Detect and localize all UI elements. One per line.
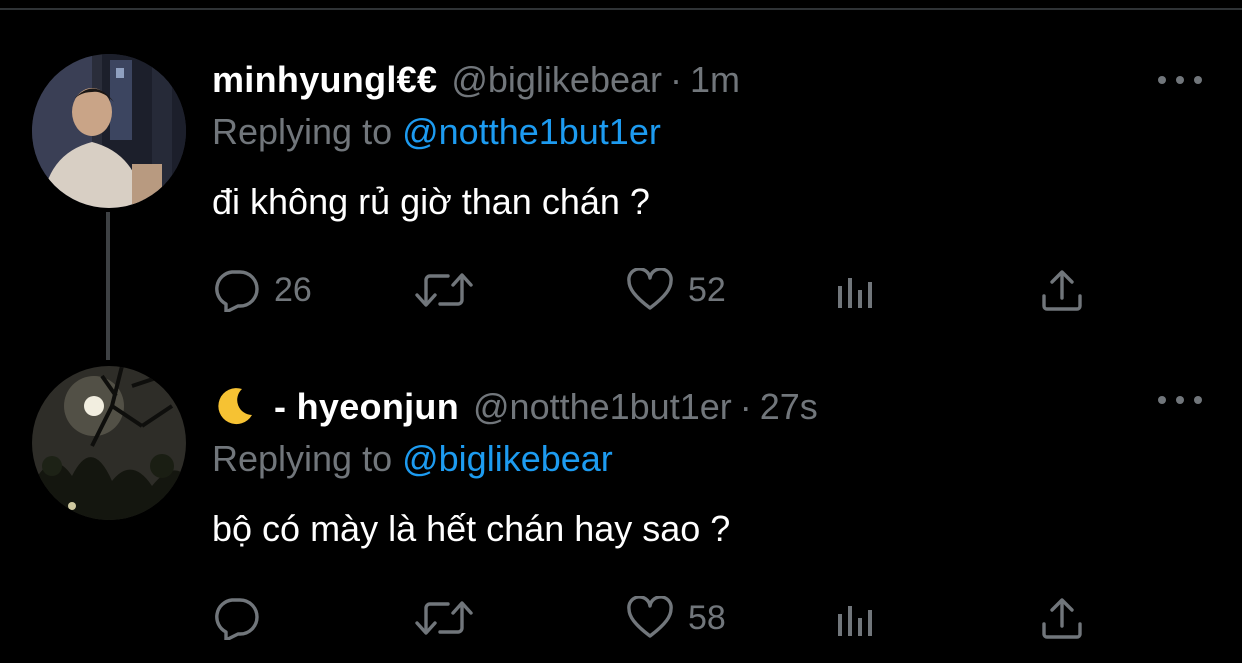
timestamp[interactable]: 1m bbox=[690, 60, 740, 100]
user-handle[interactable]: @biglikebear bbox=[451, 60, 662, 100]
separator-dot: · bbox=[670, 59, 682, 100]
retweet-icon bbox=[415, 601, 473, 635]
tweet-text: bộ có mày là hết chán hay sao ? bbox=[212, 508, 731, 549]
replying-to: Replying to @biglikebear bbox=[212, 439, 613, 479]
tweet-1[interactable]: minhyungl€€ @biglikebear · 1m Replying t… bbox=[0, 0, 1242, 340]
tweet-text: đi không rủ giờ than chán ? bbox=[212, 181, 650, 222]
like-button[interactable]: 52 bbox=[626, 268, 726, 312]
retweet-icon bbox=[415, 273, 473, 307]
replying-prefix: Replying to bbox=[212, 438, 393, 479]
user-handle[interactable]: @notthe1but1er bbox=[473, 387, 732, 427]
reply-count: 26 bbox=[274, 271, 312, 309]
share-button[interactable] bbox=[1040, 268, 1084, 312]
replying-to: Replying to @notthe1but1er bbox=[212, 112, 661, 152]
retweet-button[interactable] bbox=[414, 598, 474, 638]
moon-emoji bbox=[218, 388, 252, 425]
tweet-2[interactable]: - hyeonjun @notthe1but1er · 27s Replying… bbox=[0, 340, 1242, 663]
display-name[interactable]: - hyeonjun bbox=[212, 385, 459, 427]
reply-button[interactable]: 26 bbox=[212, 268, 312, 312]
tweet-header: - hyeonjun @notthe1but1er · 27s bbox=[212, 385, 818, 427]
avatar[interactable] bbox=[32, 54, 186, 208]
timestamp[interactable]: 27s bbox=[760, 387, 818, 427]
more-icon[interactable] bbox=[1158, 68, 1202, 92]
display-name-text: - hyeonjun bbox=[274, 386, 459, 427]
retweet-button[interactable] bbox=[414, 270, 474, 310]
like-count: 58 bbox=[688, 599, 726, 637]
like-icon bbox=[627, 596, 673, 638]
replying-prefix: Replying to bbox=[212, 111, 393, 152]
share-button[interactable] bbox=[1040, 596, 1084, 640]
avatar[interactable] bbox=[32, 366, 186, 520]
reply-icon bbox=[215, 270, 259, 312]
share-icon bbox=[1042, 598, 1082, 639]
tweet-header: minhyungl€€ @biglikebear · 1m bbox=[212, 60, 740, 100]
like-button[interactable]: 58 bbox=[626, 596, 726, 640]
like-count: 52 bbox=[688, 271, 726, 309]
mention-link[interactable]: @notthe1but1er bbox=[402, 111, 661, 152]
like-icon bbox=[627, 268, 673, 310]
more-icon[interactable] bbox=[1158, 388, 1202, 412]
analytics-button[interactable] bbox=[834, 596, 878, 640]
analytics-icon bbox=[838, 606, 872, 636]
separator-dot: · bbox=[739, 386, 752, 427]
display-name[interactable]: minhyungl€€ bbox=[212, 60, 437, 100]
analytics-button[interactable] bbox=[834, 268, 878, 312]
share-icon bbox=[1042, 270, 1082, 311]
reply-icon bbox=[215, 598, 259, 640]
mention-link[interactable]: @biglikebear bbox=[402, 438, 613, 479]
analytics-icon bbox=[838, 278, 872, 308]
reply-button[interactable] bbox=[212, 596, 260, 640]
